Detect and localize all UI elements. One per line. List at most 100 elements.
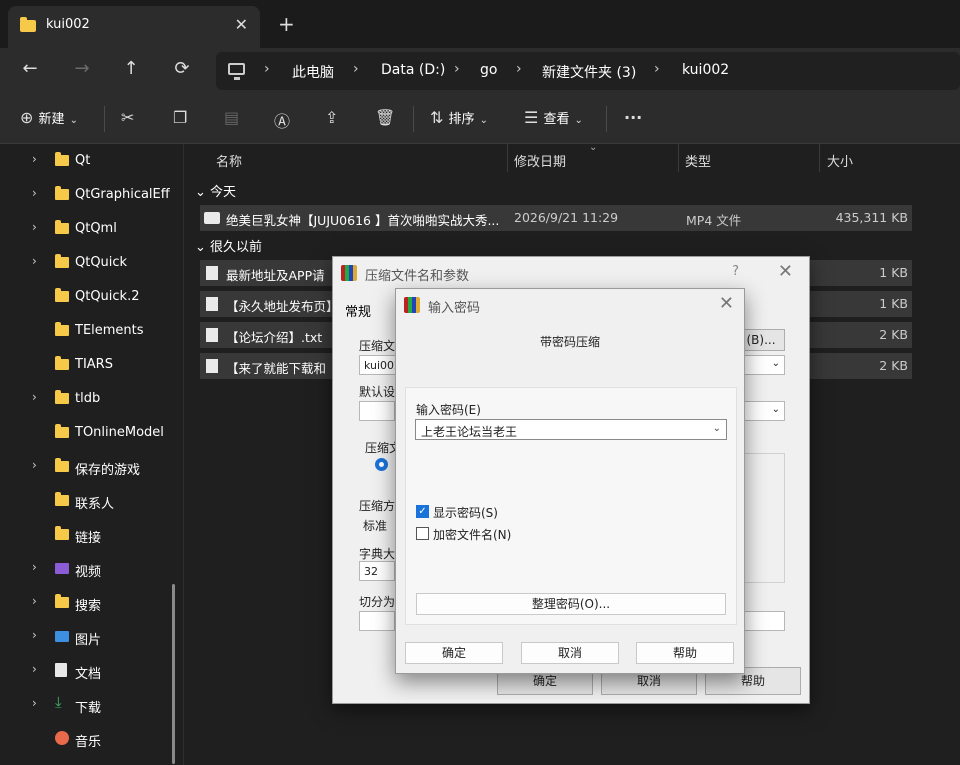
update-mode-dropdown[interactable]: ⌄ bbox=[743, 401, 785, 421]
cancel-button[interactable]: 取消 bbox=[521, 642, 619, 664]
sidebar-item[interactable]: › tldb bbox=[0, 384, 184, 414]
back-button[interactable]: ← bbox=[18, 58, 42, 79]
sidebar-item[interactable]: TOnlineModel bbox=[0, 418, 184, 448]
breadcrumb-go[interactable]: go bbox=[480, 62, 497, 78]
breadcrumb-kui002[interactable]: kui002 bbox=[682, 62, 729, 78]
sidebar-item[interactable]: › QtQml bbox=[0, 214, 184, 244]
sidebar-item[interactable]: › QtQuick bbox=[0, 248, 184, 278]
column-divider[interactable] bbox=[819, 144, 820, 172]
column-header-name[interactable]: 名称 bbox=[216, 151, 242, 170]
table-row[interactable]: 绝美巨乳女神【JUJU0616 】首次啪啪实战大秀... 2026/9/21 1… bbox=[200, 205, 912, 231]
cut-icon[interactable]: ✂ bbox=[121, 108, 134, 127]
sidebar-item[interactable]: › 搜索 bbox=[0, 588, 184, 618]
column-header-type[interactable]: 类型 bbox=[685, 151, 711, 170]
chevron-right-icon[interactable]: › bbox=[32, 628, 37, 642]
breadcrumb-data-d[interactable]: Data (D:) bbox=[381, 62, 445, 78]
dialog-titlebar[interactable]: 压缩文件名和参数 ? ✕ bbox=[333, 257, 809, 289]
archive-name-dropdown[interactable]: ⌄ bbox=[743, 355, 785, 375]
chevron-right-icon: › bbox=[454, 61, 460, 77]
winrar-icon bbox=[341, 265, 357, 281]
help-button[interactable]: 帮助 bbox=[636, 642, 734, 664]
folder-icon bbox=[55, 492, 69, 506]
sidebar-item[interactable]: 链接 bbox=[0, 520, 184, 550]
sort-button[interactable]: ⇅ 排序 ⌄ bbox=[430, 108, 488, 127]
sidebar-item[interactable]: 音乐 bbox=[0, 724, 184, 754]
chevron-right-icon[interactable]: › bbox=[32, 696, 37, 710]
sidebar-item-label: 保存的游戏 bbox=[75, 463, 141, 478]
chevron-right-icon[interactable]: › bbox=[32, 254, 37, 268]
help-icon[interactable]: ? bbox=[732, 264, 739, 279]
column-header-modified[interactable]: 修改日期 bbox=[514, 151, 566, 170]
split-volumes-field[interactable] bbox=[359, 611, 395, 631]
chevron-right-icon[interactable]: › bbox=[32, 220, 37, 234]
sidebar-item-label: 图片 bbox=[75, 633, 102, 648]
password-input[interactable]: 上老王论坛当老王 ⌄ bbox=[415, 419, 727, 440]
delete-icon[interactable]: 🗑 bbox=[375, 108, 395, 127]
up-button[interactable]: ↑ bbox=[119, 58, 143, 79]
profile-field[interactable] bbox=[359, 401, 395, 421]
encrypt-filenames-label[interactable]: 加密文件名(N) bbox=[433, 526, 511, 543]
sidebar-item[interactable]: › QtGraphicalEff bbox=[0, 180, 184, 210]
column-divider[interactable] bbox=[507, 144, 508, 172]
sidebar-item[interactable]: TElements bbox=[0, 316, 184, 346]
split-unit-field[interactable] bbox=[743, 611, 785, 631]
column-header-size[interactable]: 大小 bbox=[827, 151, 853, 170]
dictionary-size-field[interactable]: 32 bbox=[359, 561, 395, 581]
view-button[interactable]: ☰ 查看 ⌄ bbox=[524, 108, 583, 127]
column-divider[interactable] bbox=[678, 144, 679, 172]
chevron-right-icon[interactable]: › bbox=[32, 594, 37, 608]
plus-circle-icon: ⊕ bbox=[20, 108, 34, 127]
encrypt-filenames-checkbox[interactable] bbox=[416, 527, 429, 540]
sidebar-item[interactable]: › 视频 bbox=[0, 554, 184, 584]
chevron-right-icon[interactable]: › bbox=[32, 662, 37, 676]
copy-icon[interactable]: ❐ bbox=[173, 108, 187, 127]
sidebar-item[interactable]: › ⤓ 下载 bbox=[0, 690, 184, 720]
group-header-long-ago[interactable]: ⌄ 很久以前 bbox=[195, 236, 262, 255]
chevron-right-icon[interactable]: › bbox=[32, 186, 37, 200]
video-icon bbox=[55, 563, 69, 574]
more-options-button[interactable]: ··· bbox=[624, 108, 642, 127]
forward-button[interactable]: → bbox=[70, 58, 94, 79]
method-value[interactable]: 标准 bbox=[363, 517, 387, 534]
show-password-label[interactable]: 显示密码(S) bbox=[433, 504, 498, 521]
close-icon[interactable]: ✕ bbox=[719, 293, 734, 314]
chevron-right-icon[interactable]: › bbox=[32, 560, 37, 574]
breadcrumb-new-folder-3[interactable]: 新建文件夹 (3) bbox=[542, 62, 636, 82]
new-tab-button[interactable]: + bbox=[278, 12, 295, 36]
folder-icon bbox=[55, 288, 69, 302]
organize-passwords-button[interactable]: 整理密码(O)... bbox=[416, 593, 726, 615]
paste-icon[interactable]: ▤ bbox=[224, 108, 239, 127]
show-password-checkbox[interactable]: ✓ bbox=[416, 505, 429, 518]
chevron-right-icon[interactable]: › bbox=[32, 458, 37, 472]
tab-kui002[interactable]: kui002 ✕ bbox=[8, 6, 260, 48]
chevron-right-icon[interactable]: › bbox=[32, 390, 37, 404]
sidebar-item[interactable]: QtQuick.2 bbox=[0, 282, 184, 312]
share-icon[interactable]: ⇪ bbox=[325, 108, 338, 127]
new-button[interactable]: ⊕ 新建 ⌄ bbox=[20, 108, 78, 127]
group-header-today[interactable]: ⌄ 今天 bbox=[195, 181, 236, 200]
dialog-titlebar[interactable]: 输入密码 ✕ bbox=[396, 289, 744, 321]
tab-general[interactable]: 常规 bbox=[345, 301, 371, 320]
chevron-down-icon[interactable]: ⌄ bbox=[713, 423, 721, 434]
sidebar-item[interactable]: › 保存的游戏 bbox=[0, 452, 184, 482]
sidebar-scrollbar[interactable] bbox=[172, 584, 175, 764]
sidebar-item[interactable]: TIARS bbox=[0, 350, 184, 380]
format-radio[interactable] bbox=[375, 458, 388, 471]
breadcrumb-this-pc[interactable]: 此电脑 bbox=[292, 62, 334, 82]
ok-button[interactable]: 确定 bbox=[405, 642, 503, 664]
rename-icon[interactable]: Ⓐ bbox=[274, 108, 290, 132]
sidebar-item-label: QtQuick bbox=[75, 255, 128, 270]
sidebar-item[interactable]: › 图片 bbox=[0, 622, 184, 652]
sidebar-item[interactable]: › 文档 bbox=[0, 656, 184, 686]
close-icon[interactable]: ✕ bbox=[778, 261, 793, 282]
address-bar[interactable]: › 此电脑 › Data (D:) › go › 新建文件夹 (3) › kui… bbox=[216, 52, 960, 90]
text-file-icon bbox=[206, 266, 218, 280]
folder-icon bbox=[55, 254, 69, 268]
default-profile-label: 默认设 bbox=[359, 385, 396, 399]
chevron-right-icon[interactable]: › bbox=[32, 152, 37, 166]
sidebar-item[interactable]: › Qt bbox=[0, 146, 184, 176]
sidebar-item[interactable]: 联系人 bbox=[0, 486, 184, 516]
group-label: 很久以前 bbox=[210, 240, 263, 255]
close-icon[interactable]: ✕ bbox=[235, 15, 248, 34]
refresh-button[interactable]: ⟳ bbox=[170, 58, 194, 79]
